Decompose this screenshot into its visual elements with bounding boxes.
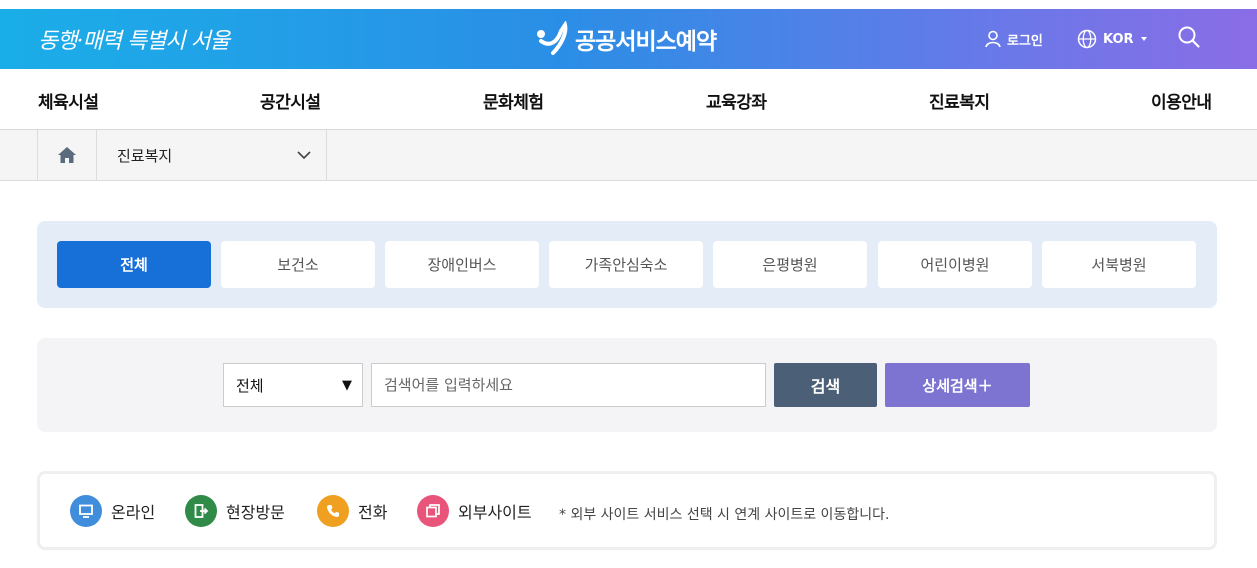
external-window-icon: [417, 495, 449, 527]
legend-external: 외부사이트: [417, 495, 532, 527]
legend-visit: 현장방문: [185, 495, 285, 527]
nav-guide[interactable]: 이용안내: [1151, 88, 1212, 113]
triangle-down-icon: ▼: [342, 378, 352, 393]
main-navigation: 체육시설 공간시설 문화체험 교육강좌 진료복지 이용안내: [0, 69, 1257, 130]
phone-icon: [317, 495, 349, 527]
tab-family-lodging[interactable]: 가족안심숙소: [549, 241, 703, 288]
legend-external-label: 외부사이트: [458, 503, 532, 522]
search-button-top[interactable]: [1177, 25, 1207, 49]
tab-children-hospital[interactable]: 어린이병원: [878, 241, 1032, 288]
user-icon: [985, 30, 1001, 48]
monitor-icon: [70, 495, 102, 527]
tab-seobuk-hospital[interactable]: 서북병원: [1042, 241, 1196, 288]
home-icon: [58, 147, 76, 163]
language-selector[interactable]: KOR: [1077, 27, 1155, 51]
tab-disabled-bus[interactable]: 장애인버스: [385, 241, 539, 288]
nav-sports[interactable]: 체육시설: [38, 88, 99, 113]
search-icon: [1178, 26, 1200, 48]
legend-online: 온라인: [70, 495, 155, 527]
legend-online-label: 온라인: [111, 503, 156, 522]
tab-all[interactable]: 전체: [57, 241, 211, 288]
seoul-slogan-logo[interactable]: 동행·매력 특별시 서울: [38, 23, 230, 54]
nav-culture[interactable]: 문화체험: [483, 88, 544, 113]
chevron-down-icon: [297, 151, 311, 160]
breadcrumb-category-select[interactable]: 진료복지: [97, 130, 327, 180]
tab-eunpyeong-hospital[interactable]: 은평병원: [713, 241, 867, 288]
exit-door-icon: [185, 495, 217, 527]
home-link[interactable]: [37, 130, 97, 180]
nav-education[interactable]: 교육강좌: [706, 88, 767, 113]
breadcrumb-current: 진료복지: [117, 146, 173, 165]
legend-phone: 전화: [317, 495, 387, 527]
legend-note: * 외부 사이트 서비스 선택 시 연계 사이트로 이동합니다.: [559, 507, 890, 523]
search-scope-value: 전체: [236, 376, 264, 395]
brand-mark-icon: [537, 21, 568, 55]
brand-title: 공공서비스예약: [575, 29, 717, 55]
top-banner: 동행·매력 특별시 서울 공공서비스예약 로그인 KOR: [0, 9, 1257, 69]
search-panel: 전체 ▼ 검색 상세검색＋: [37, 338, 1217, 432]
login-label: 로그인: [1007, 33, 1043, 49]
tab-health-center[interactable]: 보건소: [221, 241, 375, 288]
breadcrumb: 진료복지: [0, 130, 1257, 181]
reservation-type-legend: 온라인 현장방문 전화 외부사이트 * 외부 사이트 서비스 선택 시 연계 사…: [37, 471, 1217, 550]
search-input[interactable]: [371, 363, 766, 407]
legend-visit-label: 현장방문: [226, 503, 285, 522]
caret-down-icon: [1140, 37, 1147, 41]
language-label: KOR: [1103, 31, 1134, 47]
search-button[interactable]: 검색: [774, 363, 877, 407]
login-link[interactable]: 로그인: [985, 27, 1043, 51]
nav-space[interactable]: 공간시설: [260, 88, 321, 113]
category-tabs: 전체 보건소 장애인버스 가족안심숙소 은평병원 어린이병원 서북병원: [37, 221, 1217, 308]
nav-medical[interactable]: 진료복지: [929, 88, 990, 113]
globe-icon: [1077, 29, 1097, 49]
detail-search-button[interactable]: 상세검색＋: [885, 363, 1030, 407]
brand-logo[interactable]: 공공서비스예약: [535, 21, 717, 57]
search-scope-select[interactable]: 전체 ▼: [223, 363, 363, 407]
legend-phone-label: 전화: [358, 503, 388, 522]
